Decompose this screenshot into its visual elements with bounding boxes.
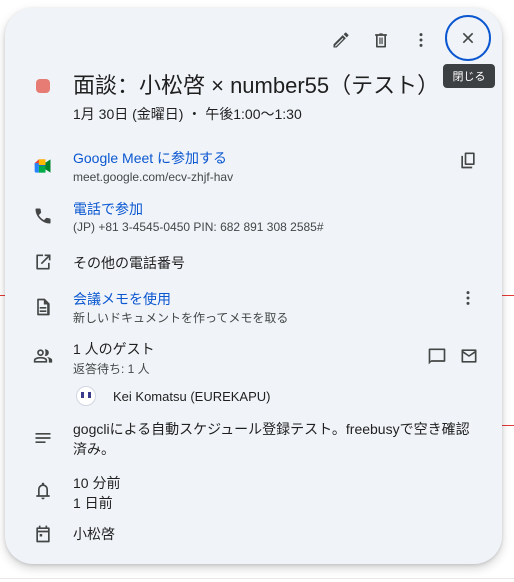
more-vert-icon <box>419 33 423 47</box>
trash-icon <box>375 33 387 48</box>
calendar-icon <box>33 524 53 544</box>
reminder-item: 1 日前 <box>73 495 113 511</box>
people-icon <box>33 346 53 366</box>
meet-url: meet.google.com/ecv-zhjf-hav <box>73 170 234 184</box>
guest-response-status: 返答待ち: 1 人 <box>73 362 150 376</box>
more-vert-icon <box>466 291 470 305</box>
current-time-line-right-2 <box>502 425 514 426</box>
guest-avatar <box>76 386 96 406</box>
copy-icon <box>461 152 475 169</box>
pencil-icon <box>333 32 349 48</box>
copy-meet-link-button[interactable] <box>452 144 484 176</box>
chat-with-guests-button[interactable] <box>421 340 453 372</box>
event-description: gogcliによる自動スケジュール登録テスト。freebusyで空き確認済み。 <box>73 421 470 457</box>
email-guests-button[interactable] <box>453 340 485 372</box>
reminder-item: 10 分前 <box>73 475 121 491</box>
guest-name[interactable]: Kei Komatsu (EUREKAPU) <box>113 389 271 404</box>
notes-more-options-button[interactable] <box>452 282 484 314</box>
guest-count: 1 人のゲスト <box>73 341 155 357</box>
chat-bubble-icon <box>428 348 446 365</box>
close-icon <box>462 32 474 44</box>
event-color-chip <box>36 79 50 93</box>
join-google-meet-link[interactable]: Google Meet に参加する <box>73 148 227 168</box>
event-title: 面談：小松啓 × number55（テスト） <box>73 73 440 98</box>
document-icon <box>33 297 53 317</box>
current-time-line-right <box>502 295 514 296</box>
notes-lines-icon <box>33 428 53 448</box>
phone-detail: (JP) +81 3-4545-0450 PIN: 682 891 308 25… <box>73 220 324 234</box>
delete-event-button[interactable] <box>365 24 397 56</box>
meeting-notes-detail: 新しいドキュメントを作ってメモを取る <box>73 311 289 325</box>
more-options-button[interactable] <box>405 24 437 56</box>
calendar-owner-name: 小松啓 <box>73 526 115 542</box>
google-meet-icon <box>33 156 53 176</box>
mail-icon <box>461 349 477 363</box>
open-in-new-icon <box>33 252 53 272</box>
other-phone-numbers-link[interactable]: その他の電話番号 <box>73 253 185 273</box>
bell-icon <box>33 481 53 501</box>
phone-icon <box>33 206 53 226</box>
close-button[interactable] <box>445 15 491 61</box>
use-meeting-notes-link[interactable]: 会議メモを使用 <box>73 289 171 309</box>
join-by-phone-link[interactable]: 電話で参加 <box>73 199 143 219</box>
calendar-grid-line <box>0 578 514 579</box>
event-datetime: 1月 30日 (金曜日) ・ 午後1:00～1:30 <box>73 106 302 122</box>
edit-event-button[interactable] <box>325 24 357 56</box>
close-tooltip: 閉じる <box>443 64 495 88</box>
